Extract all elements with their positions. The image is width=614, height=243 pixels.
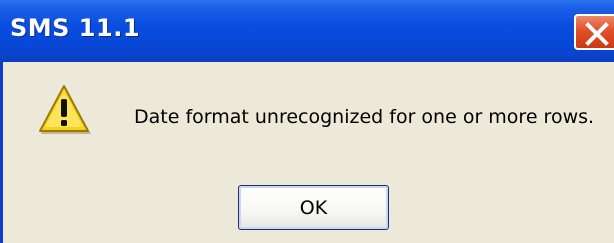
dialog-body: Date format unrecognized for one or more… bbox=[3, 62, 614, 243]
title-bar[interactable]: SMS 11.1 bbox=[0, 0, 614, 62]
close-button[interactable] bbox=[574, 14, 614, 50]
warning-icon bbox=[36, 84, 92, 136]
close-icon bbox=[585, 22, 609, 46]
window-title: SMS 11.1 bbox=[10, 14, 141, 42]
message-dialog-window: SMS 11.1 Date format unrecognized for on… bbox=[0, 0, 614, 243]
dialog-message: Date format unrecognized for one or more… bbox=[134, 106, 595, 128]
ok-button[interactable]: OK bbox=[238, 185, 389, 230]
